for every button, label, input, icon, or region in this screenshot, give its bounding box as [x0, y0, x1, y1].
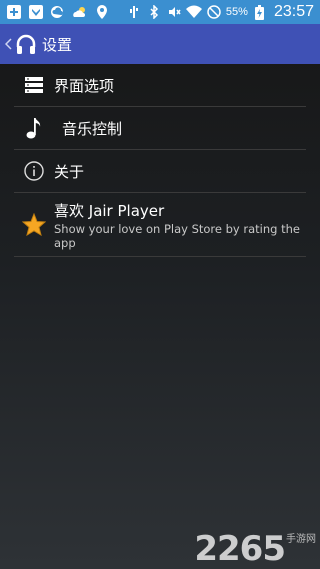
watermark-logo: 2265 手游网	[194, 529, 316, 569]
action-bar: 设置	[0, 24, 320, 64]
weather-icon	[72, 4, 88, 20]
headphones-icon[interactable]	[15, 33, 37, 55]
setting-rate-app[interactable]: 喜欢 Jair Player Show your love on Play St…	[14, 193, 306, 257]
setting-label: 界面选项	[54, 76, 115, 95]
notification-icons	[0, 4, 110, 20]
settings-list: 界面选项 音乐控制 关于 喜欢 Jair Player Show your lo…	[14, 64, 306, 257]
location-icon	[94, 4, 110, 20]
page-title: 设置	[42, 35, 73, 54]
setting-label: 音乐控制	[62, 119, 123, 138]
info-icon	[14, 161, 54, 181]
setting-summary: Show your love on Play Store by rating t…	[54, 222, 300, 250]
bluetooth-icon	[146, 4, 162, 20]
status-bar: 55% 23:57	[0, 0, 320, 24]
setting-label: 关于	[54, 162, 85, 181]
music-note-icon	[14, 117, 54, 139]
battery-percent: 55%	[225, 6, 248, 18]
no-disturb-icon	[206, 4, 222, 20]
battery-icon	[252, 4, 268, 20]
setting-interface-options[interactable]: 界面选项	[14, 64, 306, 107]
list-icon	[14, 77, 54, 93]
bird-icon	[28, 4, 44, 20]
usb-icon	[126, 4, 142, 20]
clock-time: 23:57	[273, 3, 314, 20]
setting-about[interactable]: 关于	[14, 150, 306, 193]
back-chevron-icon[interactable]	[3, 24, 13, 64]
system-icons: 55% 23:57	[126, 3, 320, 21]
add-icon	[6, 4, 22, 20]
wifi-icon	[185, 4, 202, 20]
setting-title: 喜欢 Jair Player	[54, 202, 165, 220]
star-icon	[14, 213, 54, 236]
cloud-icon	[50, 4, 66, 20]
mute-icon	[166, 4, 182, 20]
setting-music-control[interactable]: 音乐控制	[14, 107, 306, 150]
setting-text: 喜欢 Jair Player Show your love on Play St…	[54, 193, 306, 250]
